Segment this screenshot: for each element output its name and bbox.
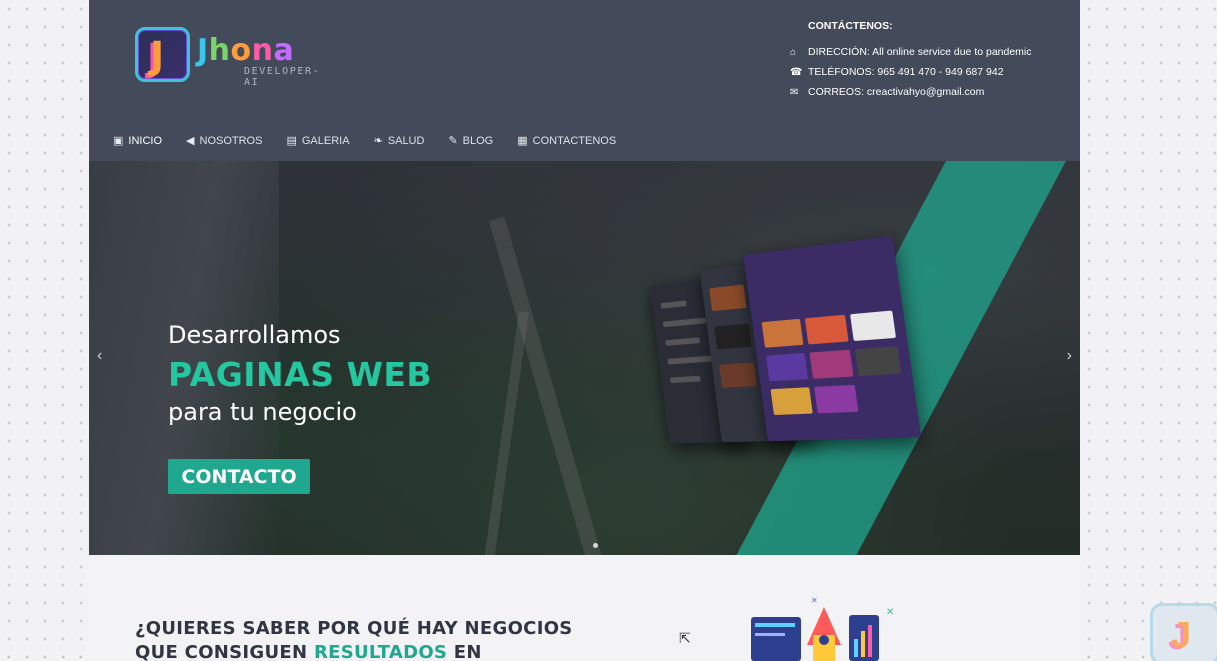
section-heading: ¿QUIERES SABER POR QUÉ HAY NEGOCIOS QUE … (135, 617, 573, 661)
contact-address: ⌂ DIRECCIÓN: All online service due to p… (790, 42, 1032, 62)
brand-logo[interactable]: J Jhona DEVELOPER-AI (135, 27, 319, 88)
mouse-cursor-icon: ⇱ (679, 630, 691, 646)
contact-info: CONTÁCTENOS: ⌂ DIRECCIÓN: All online ser… (790, 20, 1032, 102)
nav-item-galeria[interactable]: ▤ GALERIA (286, 134, 350, 148)
nav-item-salud[interactable]: ❧ SALUD (373, 134, 425, 148)
slider-dot[interactable] (593, 543, 598, 548)
brand-name: Jhona (197, 33, 295, 68)
contact-phones: ☎ TELÉFONOS: 965 491 470 - 949 687 942 (790, 62, 1032, 82)
brand-subtitle: DEVELOPER-AI (244, 66, 321, 88)
hero-headline: Desarrollamos PAGINAS WEB para tu negoci… (168, 321, 432, 426)
contact-card-icon: ▦ (517, 135, 528, 147)
nav-item-blog[interactable]: ✎ BLOG (448, 134, 494, 148)
site-header: J Jhona DEVELOPER-AI CONTÁCTENOS: ⌂ DIRE… (89, 0, 1080, 161)
rocket-illustration: ✕ ✕ (751, 596, 894, 661)
megaphone-icon: ◀ (186, 135, 195, 147)
hero-line-2: PAGINAS WEB (168, 355, 433, 394)
section-heading-highlight: RESULTADOS (313, 642, 448, 661)
home-icon: ⌂ (790, 46, 797, 58)
section-heading-line-2: QUE CONSIGUEN RESULTADOS EN (135, 641, 573, 661)
contact-title: CONTÁCTENOS: (808, 20, 893, 32)
leaf-icon: ❧ (373, 135, 383, 147)
gallery-icon: ▤ (286, 135, 297, 147)
edit-icon: ✎ (448, 135, 458, 147)
nav-label: SALUD (387, 134, 425, 147)
corner-brand-watermark: J (1150, 603, 1217, 661)
slider-prev-arrow-icon[interactable]: ‹ (97, 347, 102, 365)
nav-label: GALERIA (301, 134, 350, 147)
nav-label: CONTACTENOS (532, 134, 617, 147)
hero-line-1: Desarrollamos (168, 321, 341, 349)
svg-text:✕: ✕ (811, 596, 818, 605)
nav-item-nosotros[interactable]: ◀ NOSOTROS (186, 134, 263, 148)
nav-item-inicio[interactable]: ▣ INICIO (113, 134, 163, 148)
section-heading-text: EN (447, 642, 482, 661)
logo-badge-letter: J (150, 34, 165, 78)
logo-badge: J (135, 27, 190, 82)
nav-label: INICIO (128, 134, 163, 147)
section-heading-text: QUE CONSIGUEN (135, 642, 314, 661)
slider-next-arrow-icon[interactable]: › (1067, 347, 1072, 365)
contact-email-text[interactable]: CORREOS: creactivahyo@gmail.com (808, 86, 984, 98)
main-nav: ▣ INICIO ◀ NOSOTROS ▤ GALERIA ❧ SALUD ✎ … (113, 134, 640, 148)
svg-text:✕: ✕ (886, 607, 894, 618)
contact-email[interactable]: ✉ CORREOS: creactivahyo@gmail.com (790, 82, 1032, 102)
web-mockup-image (648, 236, 923, 453)
contact-address-text: DIRECCIÓN: All online service due to pan… (808, 46, 1032, 58)
nav-label: NOSOTROS (199, 134, 263, 147)
section-heading-line-1: ¿QUIERES SABER POR QUÉ HAY NEGOCIOS (135, 618, 573, 639)
mockup-screen-right (743, 236, 922, 442)
hero-line-3: para tu negocio (168, 398, 357, 426)
page: J Jhona DEVELOPER-AI CONTÁCTENOS: ⌂ DIRE… (89, 0, 1080, 661)
contacto-button[interactable]: CONTACTO (168, 459, 310, 494)
contact-phones-text: TELÉFONOS: 965 491 470 - 949 687 942 (808, 66, 1004, 78)
nav-item-contactenos[interactable]: ▦ CONTACTENOS (517, 134, 617, 148)
hero-slider: Desarrollamos PAGINAS WEB para tu negoci… (89, 161, 1080, 555)
phone-icon: ☎ (790, 66, 803, 78)
envelope-icon: ✉ (790, 86, 799, 98)
nav-label: BLOG (462, 134, 494, 147)
home-icon: ▣ (113, 135, 124, 147)
